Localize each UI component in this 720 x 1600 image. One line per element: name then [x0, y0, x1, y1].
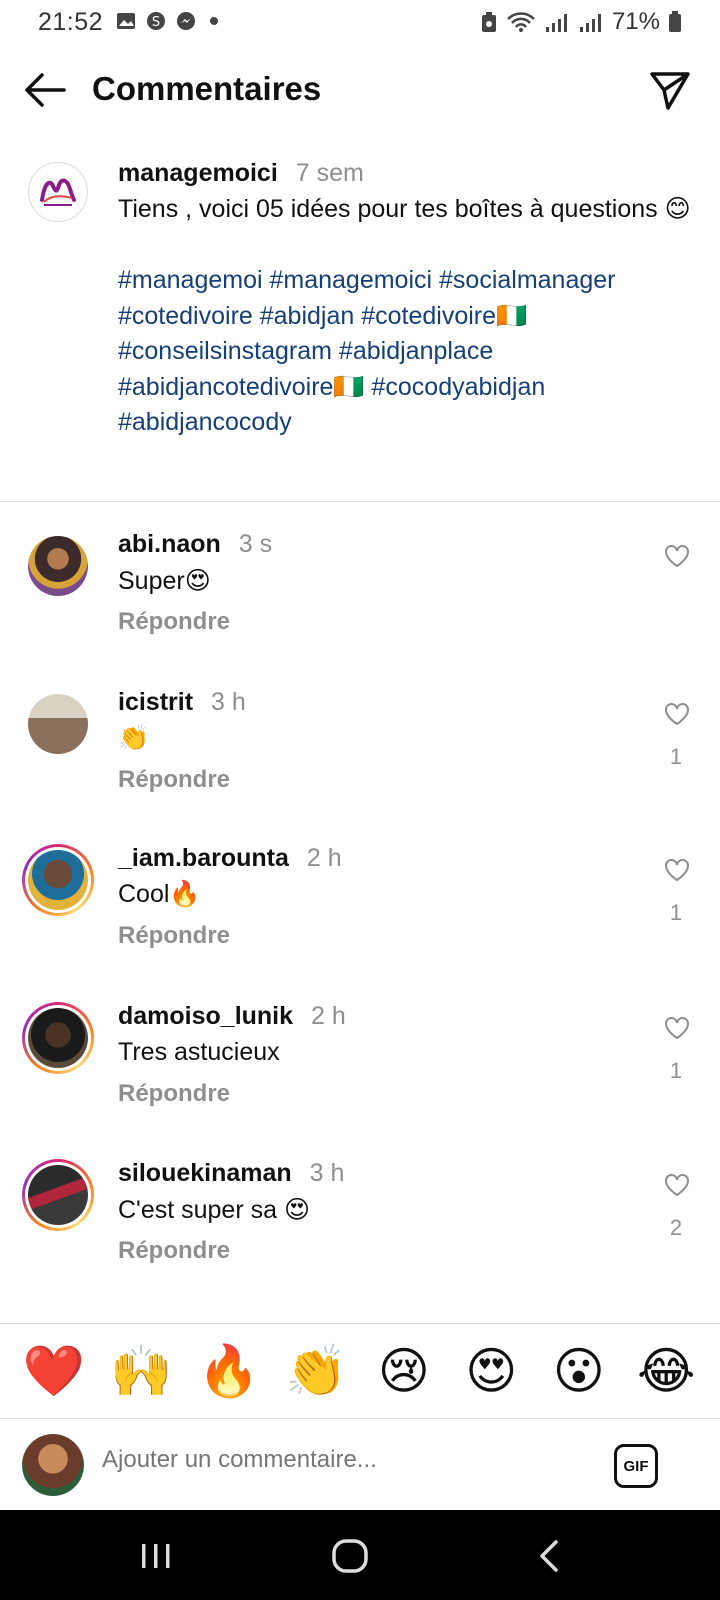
- gif-button[interactable]: GIF: [614, 1444, 658, 1488]
- comment-text: Cool🔥: [118, 880, 201, 908]
- page-title: Commentaires: [92, 70, 322, 107]
- comment-username[interactable]: damoiso_lunik: [118, 1002, 293, 1030]
- emoji-crying[interactable]: 😢: [369, 1341, 439, 1401]
- caption-username[interactable]: managemoici: [118, 159, 278, 187]
- like-heart-icon[interactable]: [664, 1016, 690, 1040]
- like-count: 1: [669, 1058, 683, 1083]
- status-bar: 21:52 S 71%: [0, 0, 720, 46]
- system-nav-bar: [0, 1510, 720, 1600]
- comment-input[interactable]: [102, 1446, 562, 1474]
- comment-time: 3 h: [309, 1159, 345, 1187]
- comment-avatar[interactable]: [22, 844, 94, 916]
- comment-input-row: GIF: [0, 1420, 720, 1510]
- caption-hashtags[interactable]: #managemoi #managemoici #socialmanager #…: [118, 263, 698, 441]
- emoji-fire[interactable]: 🔥: [194, 1341, 264, 1401]
- home-icon[interactable]: [330, 1538, 370, 1574]
- emoji-heart-eyes[interactable]: 😍: [456, 1341, 526, 1401]
- comment-time: 2 h: [306, 844, 342, 872]
- battery-percent: 71%: [611, 8, 660, 35]
- emoji-raising-hands[interactable]: 🙌: [106, 1341, 176, 1401]
- shazam-icon: S: [147, 12, 165, 30]
- status-time: 21:52: [38, 8, 104, 36]
- like-heart-icon[interactable]: [664, 858, 690, 882]
- messenger-icon: [177, 12, 195, 30]
- comment-item: abi.naon 3 s Super😍 Répondre: [0, 528, 720, 678]
- emoji-laughing[interactable]: 😂: [631, 1341, 701, 1401]
- lock-battery-icon: [481, 12, 496, 32]
- input-divider: [0, 1418, 720, 1419]
- caption-time: 7 sem: [295, 159, 364, 187]
- back-nav-icon[interactable]: [530, 1538, 570, 1574]
- like-heart-icon[interactable]: [664, 702, 690, 726]
- comment-time: 3 s: [238, 530, 273, 558]
- emoji-surprised[interactable]: 😮: [544, 1341, 614, 1401]
- like-count: 1: [669, 744, 683, 769]
- comment-text: Tres astucieux: [118, 1038, 280, 1066]
- like-count: 2: [669, 1215, 683, 1240]
- reply-button[interactable]: Répondre: [118, 922, 230, 950]
- reply-button[interactable]: Répondre: [118, 1080, 230, 1108]
- comment-avatar[interactable]: [22, 1159, 94, 1231]
- comment-text: Super😍: [118, 567, 211, 595]
- notification-dot: [210, 17, 218, 25]
- signal-icon: [545, 14, 567, 32]
- caption-text: Tiens , voici 05 idées pour tes boîtes à…: [118, 194, 691, 223]
- like-heart-icon[interactable]: [664, 544, 690, 568]
- comment-username[interactable]: _iam.barounta: [118, 844, 289, 872]
- comment-item: _iam.barounta 2 h Cool🔥 Répondre 1: [0, 842, 720, 992]
- header: Commentaires: [0, 56, 720, 126]
- caption-divider: [0, 501, 720, 502]
- send-icon[interactable]: [648, 68, 692, 112]
- comment-username[interactable]: silouekinaman: [118, 1159, 292, 1187]
- comment-username[interactable]: icistrit: [118, 688, 193, 716]
- battery-icon: [669, 11, 681, 32]
- comment-text: C'est super sa 😍: [118, 1196, 311, 1224]
- managemoici-logo-icon: [40, 178, 76, 206]
- emoji-clapping[interactable]: 👏: [281, 1341, 351, 1401]
- reply-button[interactable]: Répondre: [118, 608, 230, 636]
- back-arrow-icon[interactable]: [22, 70, 68, 110]
- reply-button[interactable]: Répondre: [118, 766, 230, 794]
- comment-avatar[interactable]: [22, 1002, 94, 1074]
- reply-button[interactable]: Répondre: [118, 1237, 230, 1265]
- gallery-icon: [117, 13, 135, 29]
- like-count: 1: [669, 900, 683, 925]
- emoji-heart[interactable]: ❤️: [19, 1341, 89, 1401]
- wifi-icon: [507, 12, 535, 32]
- comment-username[interactable]: abi.naon: [118, 530, 221, 558]
- comment-time: 3 h: [211, 688, 246, 716]
- comment-time: 2 h: [311, 1002, 346, 1030]
- comment-item: silouekinaman 3 h C'est super sa 😍 Répond…: [0, 1157, 720, 1307]
- own-avatar: [22, 1434, 84, 1496]
- signal-icon-2: [579, 14, 601, 32]
- comment-item: damoiso_lunik 2 h Tres astucieux Répondre…: [0, 1000, 720, 1150]
- recent-apps-icon[interactable]: [136, 1538, 176, 1574]
- comment-avatar[interactable]: [28, 694, 88, 754]
- caption-avatar[interactable]: [28, 162, 88, 222]
- like-heart-icon[interactable]: [664, 1173, 690, 1197]
- comment-item: icistrit 3 h 👏 Répondre 1: [0, 686, 720, 836]
- comment-text: 👏: [118, 724, 150, 752]
- comment-avatar[interactable]: [28, 536, 88, 596]
- svg-text:S: S: [152, 15, 160, 30]
- emoji-reaction-bar: ❤️ 🙌 🔥 👏 😢 😍 😮 😂: [0, 1324, 720, 1418]
